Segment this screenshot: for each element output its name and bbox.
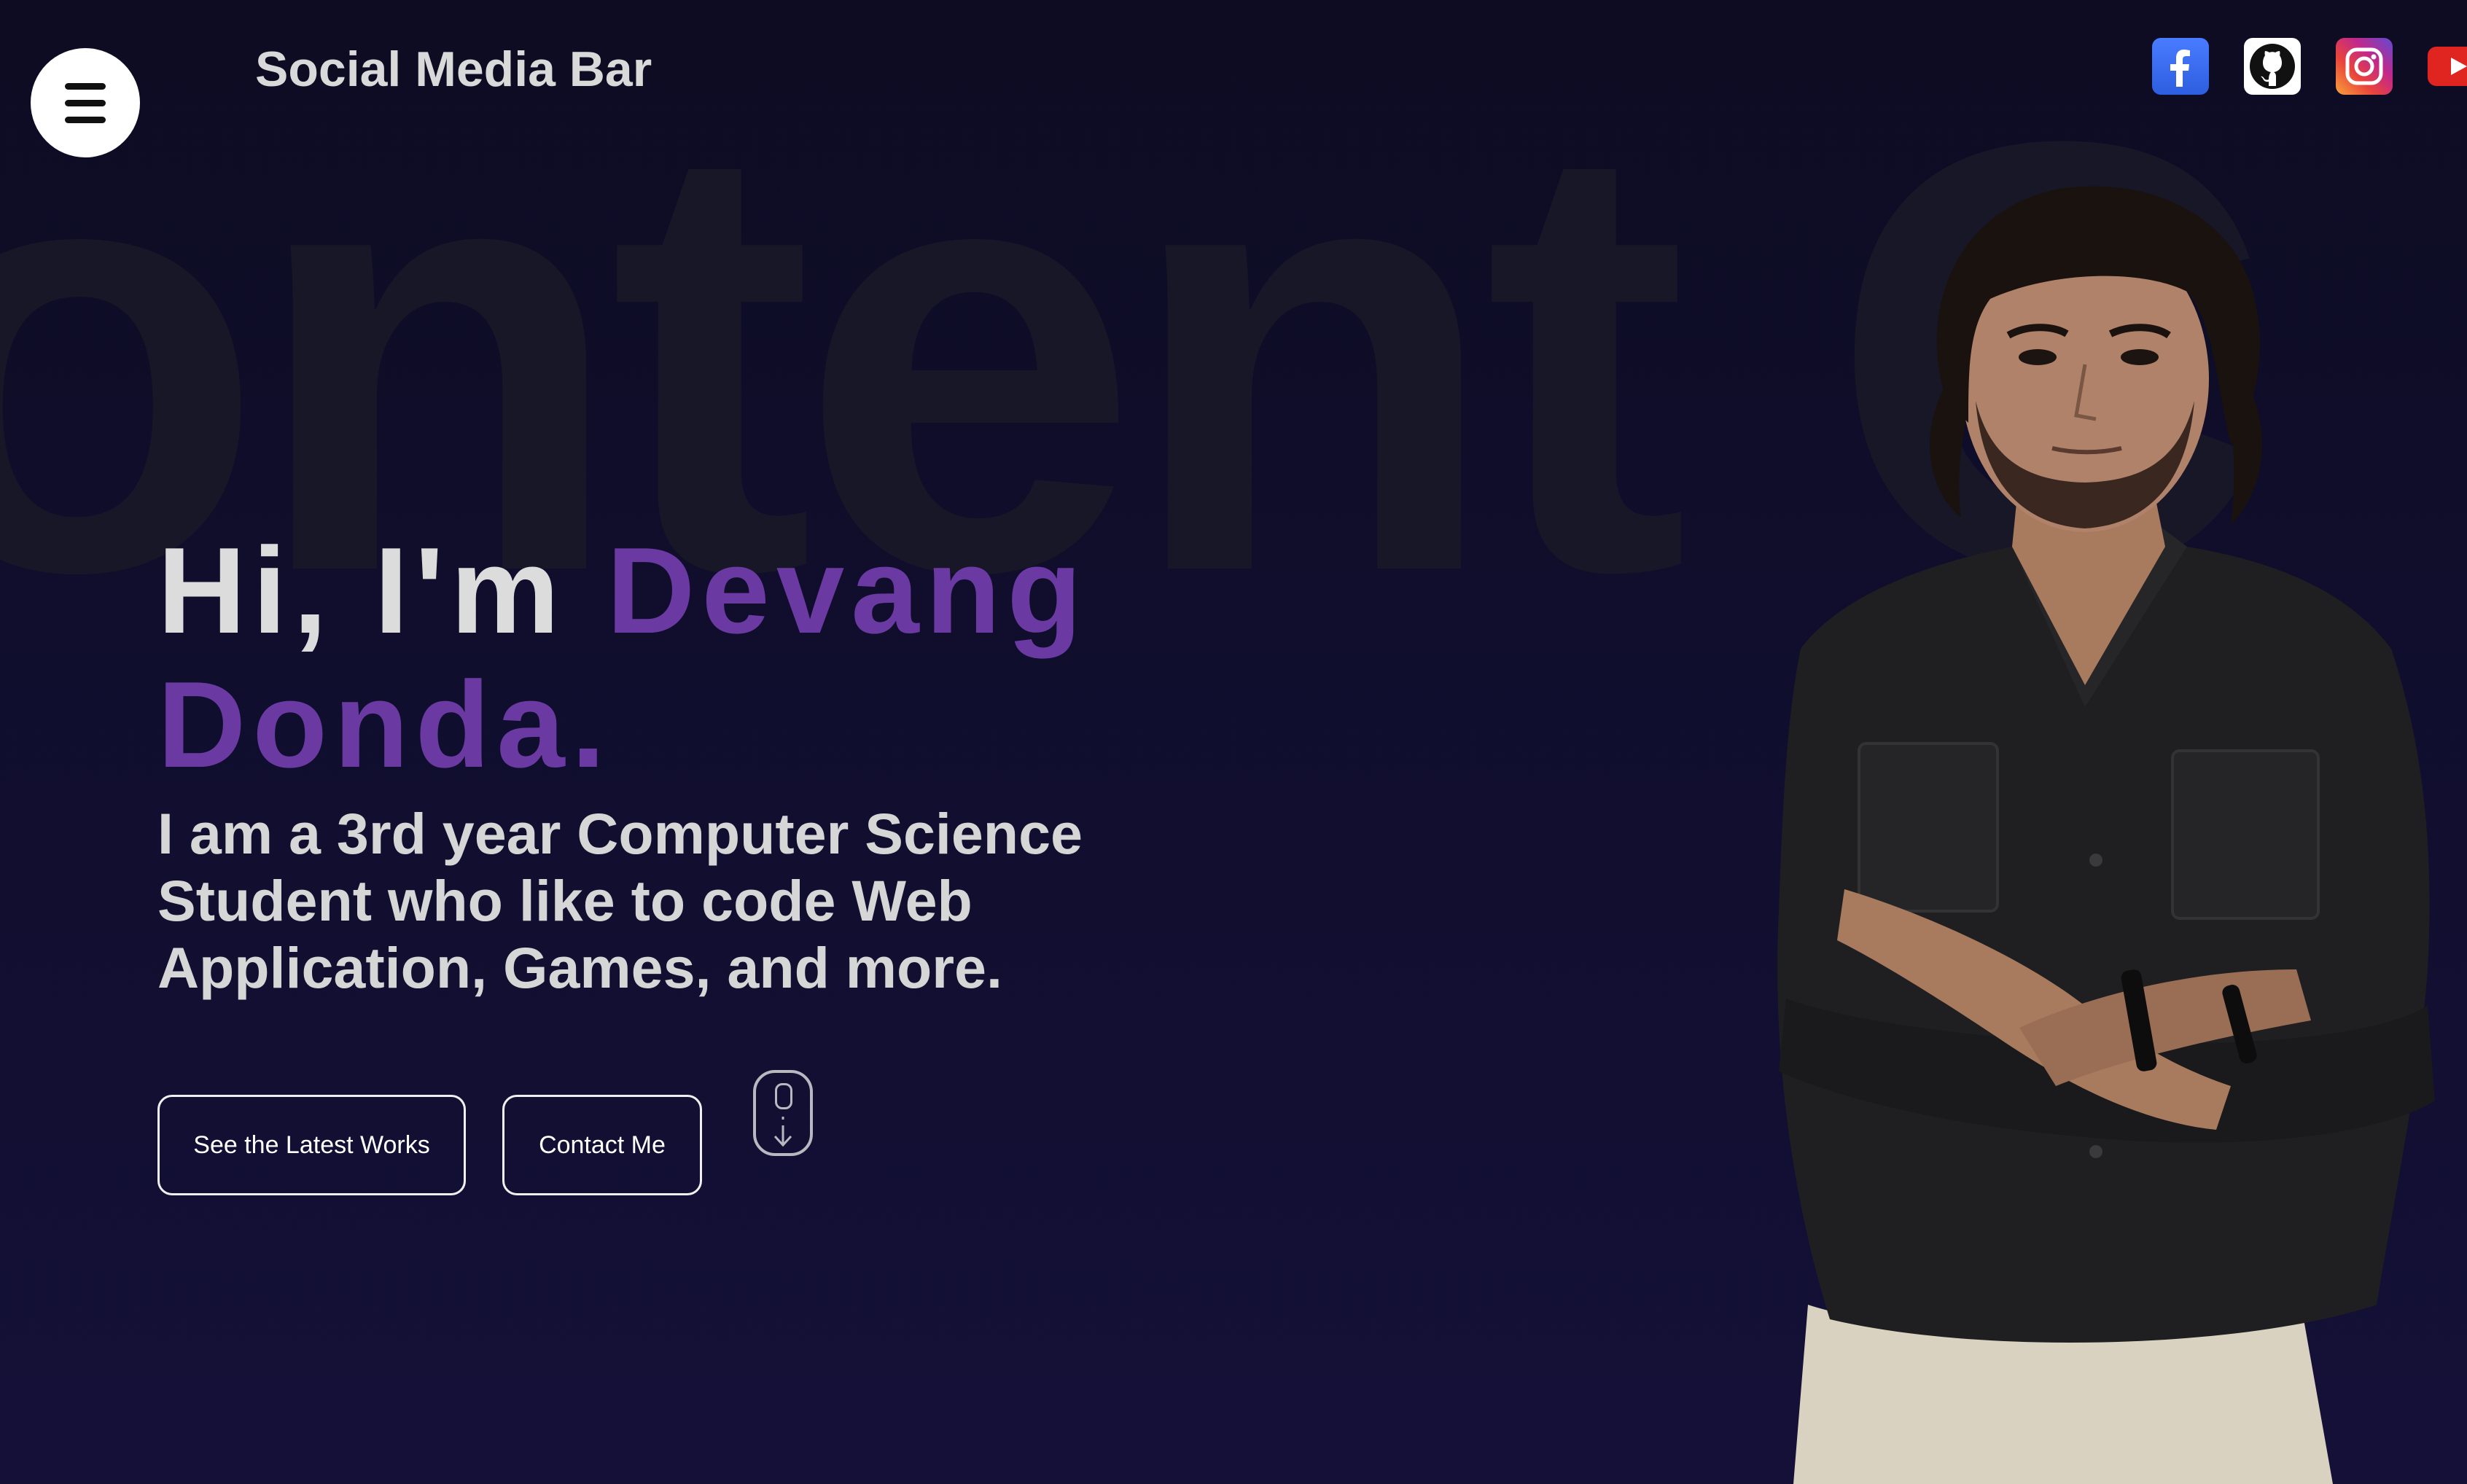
facebook-link[interactable]: [2152, 38, 2209, 95]
hamburger-menu-icon: [65, 78, 106, 128]
contact-me-button[interactable]: Contact Me: [502, 1095, 702, 1195]
brand-title: Social Media Bar: [255, 42, 652, 97]
youtube-link[interactable]: [2428, 47, 2467, 86]
profile-photo: [1777, 186, 2435, 1484]
facebook-icon: [2170, 50, 2190, 87]
hero-section: Hi, I'm Devang Donda. I am a 3rd year Co…: [157, 523, 1178, 1001]
github-link[interactable]: [2244, 38, 2301, 95]
hero-subtitle: I am a 3rd year Computer Science Student…: [157, 801, 1083, 1000]
hero-greeting: Hi, I'm: [157, 522, 607, 659]
social-media-bar: [2152, 38, 2467, 95]
mouse-scroll-down-icon[interactable]: [753, 1070, 813, 1156]
youtube-icon: [2451, 58, 2467, 75]
latest-works-button[interactable]: See the Latest Works: [157, 1095, 466, 1195]
instagram-icon: [2345, 47, 2383, 85]
hero-heading: Hi, I'm Devang Donda.: [157, 523, 1178, 792]
github-icon: [2250, 44, 2295, 89]
hero-actions: See the Latest Works Contact Me: [157, 1070, 813, 1195]
menu-button[interactable]: [31, 48, 140, 157]
instagram-link[interactable]: [2336, 38, 2393, 95]
